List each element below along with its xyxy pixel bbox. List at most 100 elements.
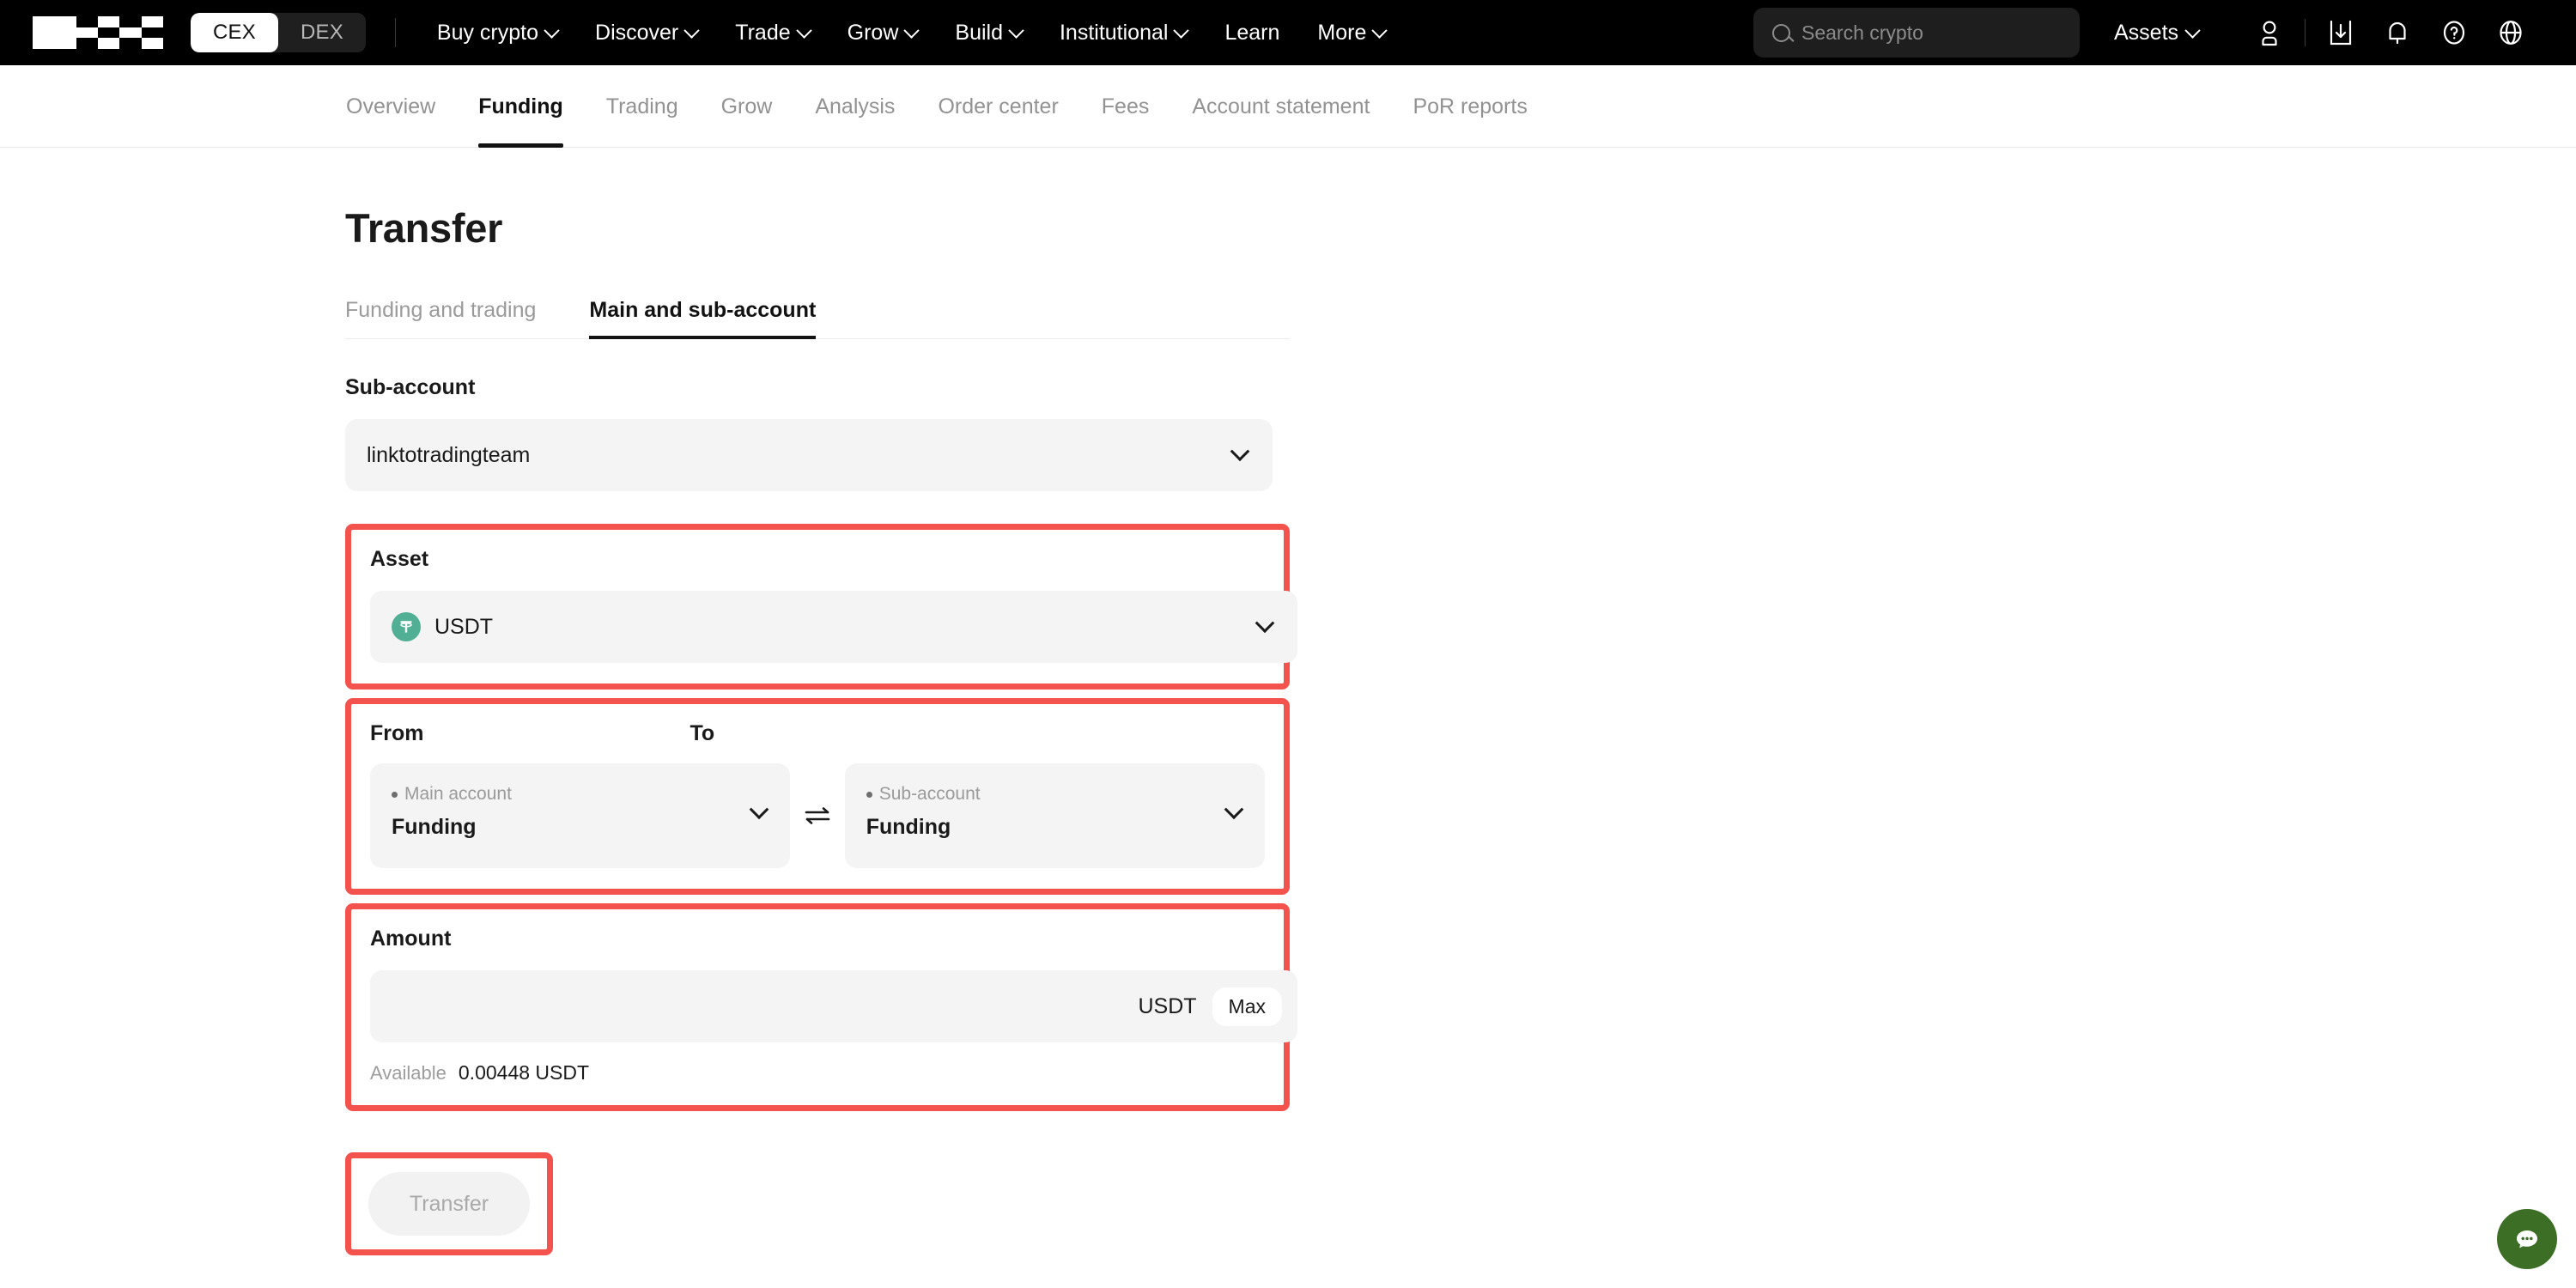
from-account-kind-wrap: Main account (392, 784, 752, 805)
cex-dex-toggle[interactable]: CEX DEX (191, 13, 366, 52)
assets-menu[interactable]: Assets (2114, 0, 2198, 65)
from-to-field-highlight: From To Main account Funding (345, 698, 1290, 895)
chevron-down-icon (796, 22, 811, 38)
nav-discover[interactable]: Discover (576, 0, 716, 65)
globe-icon[interactable] (2482, 0, 2539, 65)
tab-por-reports[interactable]: PoR reports (1391, 65, 1548, 148)
to-account-kind-wrap: Sub-account (866, 784, 1227, 805)
chevron-down-icon (544, 22, 559, 38)
nav-label: Grow (848, 21, 899, 46)
toggle-option-dex[interactable]: DEX (278, 13, 366, 52)
from-to-row: Main account Funding (370, 763, 1265, 868)
asset-label: Asset (370, 547, 1265, 572)
subaccount-label: Sub-account (345, 375, 1290, 400)
subaccount-select[interactable]: linktotradingteam (345, 419, 1273, 491)
nav-institutional[interactable]: Institutional (1041, 0, 1206, 65)
swap-arrows-icon[interactable] (790, 805, 844, 827)
tab-overview[interactable]: Overview (325, 65, 457, 148)
search-icon (1772, 24, 1790, 42)
chevron-down-icon (750, 799, 769, 819)
usdt-token-icon (392, 612, 421, 641)
asset-field-highlight: Asset USDT (345, 524, 1290, 690)
tab-fees[interactable]: Fees (1080, 65, 1171, 148)
transfer-button-highlight: Transfer (345, 1152, 553, 1255)
from-to-labels: From To (370, 721, 1265, 746)
amount-field-highlight: Amount USDT Max Available 0.00448 USDT (345, 903, 1290, 1111)
okx-logo[interactable] (33, 16, 163, 49)
chevron-down-icon (1255, 613, 1275, 633)
to-account-select[interactable]: Sub-account Funding (845, 763, 1265, 868)
tab-order-center[interactable]: Order center (916, 65, 1079, 148)
subaccount-value: linktotradingteam (367, 443, 1233, 468)
top-icon-group (2241, 0, 2539, 65)
nav-label: Trade (735, 21, 790, 46)
to-account-name: Funding (866, 815, 1227, 840)
main-content: Transfer Funding and trading Main and su… (0, 148, 2576, 1288)
amount-input[interactable] (392, 970, 1138, 1042)
bullet-dot-icon (392, 792, 398, 798)
nav-buy-crypto[interactable]: Buy crypto (418, 0, 576, 65)
nav-learn[interactable]: Learn (1206, 0, 1298, 65)
account-section-tabs: Overview Funding Trading Grow Analysis O… (0, 65, 2576, 148)
from-account-text: Main account Funding (392, 784, 752, 840)
page-root: CEX DEX Buy crypto Discover Trade Grow (0, 0, 2576, 1288)
primary-nav-links: Buy crypto Discover Trade Grow Build Ins… (418, 0, 1404, 65)
help-icon[interactable] (2426, 0, 2482, 65)
search-placeholder: Search crypto (1801, 21, 1923, 45)
page-title: Transfer (345, 204, 1290, 252)
nav-more[interactable]: More (1298, 0, 1404, 65)
tab-funding-and-trading[interactable]: Funding and trading (345, 298, 536, 338)
profile-icon[interactable] (2241, 0, 2298, 65)
chat-bubble-icon (2512, 1224, 2542, 1254)
tab-analysis[interactable]: Analysis (793, 65, 916, 148)
bullet-dot-icon (866, 792, 872, 798)
nav-trade[interactable]: Trade (716, 0, 828, 65)
from-account-kind: Main account (404, 784, 512, 805)
chevron-down-icon (1174, 22, 1189, 38)
chevron-down-icon (904, 22, 920, 38)
asset-value-wrap: USDT (392, 612, 1258, 641)
chat-support-button[interactable] (2497, 1209, 2557, 1269)
asset-select[interactable]: USDT (370, 591, 1297, 663)
to-account-kind: Sub-account (879, 784, 981, 805)
from-account-name: Funding (392, 815, 752, 840)
tab-grow[interactable]: Grow (700, 65, 794, 148)
available-row: Available 0.00448 USDT (370, 1061, 1265, 1084)
bell-icon[interactable] (2369, 0, 2426, 65)
toggle-option-cex[interactable]: CEX (191, 13, 278, 52)
top-navigation-bar: CEX DEX Buy crypto Discover Trade Grow (0, 0, 2576, 65)
transfer-button[interactable]: Transfer (368, 1172, 530, 1236)
nav-label: More (1317, 21, 1366, 46)
transfer-panel: Transfer Funding and trading Main and su… (345, 204, 1290, 1288)
nav-label: Build (955, 21, 1003, 46)
download-icon[interactable] (2312, 0, 2369, 65)
search-input[interactable]: Search crypto (1753, 8, 2080, 58)
nav-label: Learn (1224, 21, 1279, 46)
nav-grow[interactable]: Grow (829, 0, 937, 65)
chevron-down-icon (684, 22, 700, 38)
amount-unit: USDT (1138, 994, 1196, 1019)
tab-trading[interactable]: Trading (585, 65, 700, 148)
chevron-down-icon (1224, 799, 1244, 819)
nav-label: Buy crypto (437, 21, 538, 46)
from-account-select[interactable]: Main account Funding (370, 763, 790, 868)
amount-input-wrap[interactable]: USDT Max (370, 970, 1297, 1042)
to-label: To (690, 721, 715, 746)
tab-main-and-sub-account[interactable]: Main and sub-account (589, 298, 816, 338)
available-label: Available (370, 1062, 447, 1084)
nav-build[interactable]: Build (936, 0, 1041, 65)
from-label: From (370, 721, 424, 746)
amount-label: Amount (370, 927, 1265, 951)
nav-label: Institutional (1060, 21, 1168, 46)
chevron-down-icon (1372, 22, 1388, 38)
transfer-mode-tabs: Funding and trading Main and sub-account (345, 298, 1290, 339)
nav-label: Discover (595, 21, 678, 46)
asset-value: USDT (434, 615, 493, 640)
nav-divider (395, 18, 396, 47)
chevron-down-icon (2184, 22, 2200, 38)
to-account-text: Sub-account Funding (866, 784, 1227, 840)
icon-divider (2305, 19, 2306, 46)
tab-funding[interactable]: Funding (457, 65, 585, 148)
tab-account-statement[interactable]: Account statement (1170, 65, 1391, 148)
max-button[interactable]: Max (1212, 987, 1282, 1026)
